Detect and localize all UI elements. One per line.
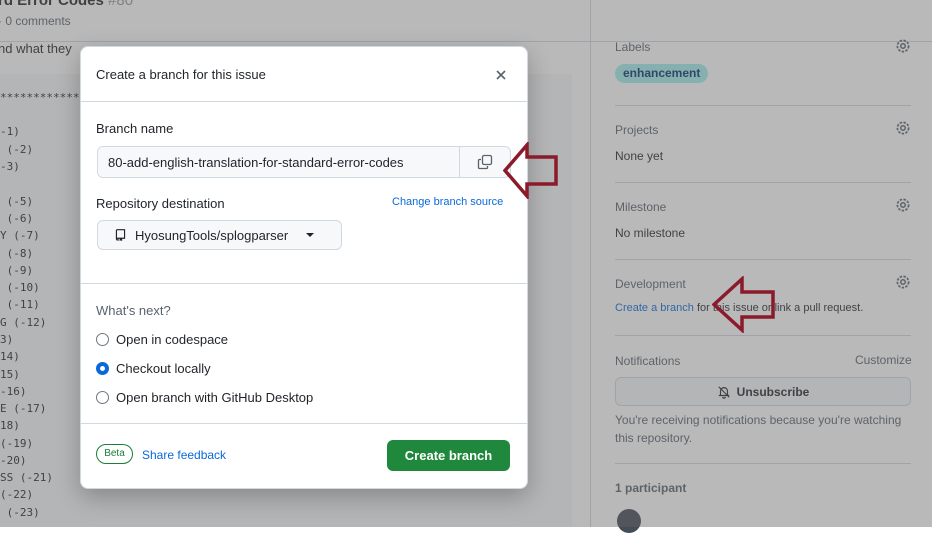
- branch-name-label: Branch name: [96, 121, 174, 136]
- option-label: Checkout locally: [116, 361, 211, 376]
- repository-select[interactable]: HyosungTools/splogparser: [97, 220, 342, 250]
- create-branch-button[interactable]: Create branch: [387, 440, 510, 471]
- option-label: Open in codespace: [116, 332, 229, 347]
- share-feedback-link[interactable]: Share feedback: [142, 448, 226, 462]
- create-branch-dialog: Create a branch for this issue Branch na…: [80, 46, 528, 489]
- beta-badge: Beta: [96, 444, 133, 464]
- annotation-arrow-icon: [503, 142, 558, 199]
- annotation-arrow-icon: [712, 276, 775, 333]
- branch-name-input[interactable]: [98, 147, 460, 177]
- repository-value: HyosungTools/splogparser: [135, 227, 289, 243]
- option-open-with-github-desktop[interactable]: Open branch with GitHub Desktop: [96, 390, 313, 405]
- dialog-footer-divider: [81, 423, 527, 424]
- copy-icon: [477, 154, 493, 170]
- option-checkout-locally[interactable]: Checkout locally: [96, 361, 211, 376]
- dialog-title: Create a branch for this issue: [96, 67, 266, 82]
- dialog-header: Create a branch for this issue: [81, 47, 527, 102]
- caret-down-icon: [306, 233, 315, 237]
- option-label: Open branch with GitHub Desktop: [116, 390, 314, 405]
- option-open-in-codespace[interactable]: Open in codespace: [96, 332, 228, 347]
- dialog-divider: [81, 283, 527, 284]
- radio-button[interactable]: [96, 333, 109, 346]
- radio-button[interactable]: [96, 391, 109, 404]
- close-icon[interactable]: [493, 67, 509, 83]
- change-branch-source-link[interactable]: Change branch source: [392, 196, 503, 208]
- repo-icon: [115, 229, 126, 242]
- branch-name-field: [97, 146, 511, 178]
- repository-destination-label: Repository destination: [96, 196, 225, 211]
- radio-button-selected[interactable]: [96, 362, 109, 375]
- whats-next-label: What's next?: [96, 303, 171, 318]
